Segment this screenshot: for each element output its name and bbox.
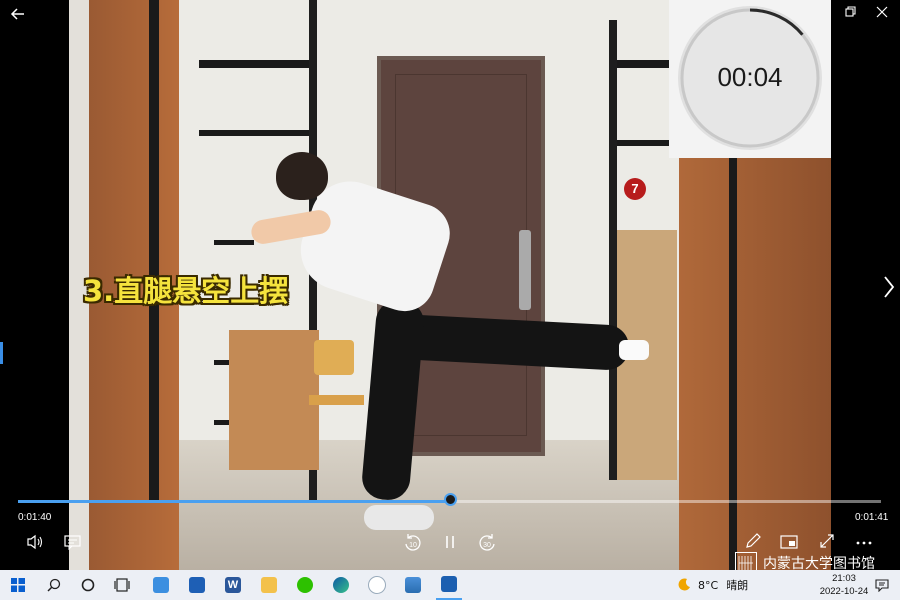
close-icon[interactable] xyxy=(868,0,896,24)
pause-icon[interactable] xyxy=(442,534,458,550)
seek-bar[interactable] xyxy=(18,493,881,506)
restore-icon[interactable] xyxy=(836,0,864,24)
forward-icon[interactable]: 30 xyxy=(476,532,498,552)
back-arrow-icon[interactable] xyxy=(8,4,28,24)
start-icon[interactable] xyxy=(6,570,30,600)
folder-icon[interactable] xyxy=(256,570,282,600)
svg-text:10: 10 xyxy=(409,542,417,549)
fullscreen-icon[interactable] xyxy=(818,532,836,550)
search-icon[interactable] xyxy=(42,570,66,600)
timer-display: 00:04 xyxy=(717,62,783,92)
clock[interactable]: 21:03 2022-10-24 xyxy=(818,572,870,598)
miniplayer-icon[interactable] xyxy=(780,534,798,550)
seek-bar-thumb[interactable] xyxy=(444,493,457,506)
volume-icon[interactable] xyxy=(26,534,44,550)
word-icon[interactable]: W xyxy=(220,570,246,600)
more-icon[interactable] xyxy=(855,540,873,546)
media-player-icon[interactable] xyxy=(436,570,462,600)
clock-date: 2022-10-24 xyxy=(819,586,869,597)
photos-icon[interactable] xyxy=(364,570,390,600)
current-time: 0:01:40 xyxy=(18,512,52,523)
countdown-timer: 00:04 xyxy=(669,0,831,158)
weather-widget[interactable]: 8°C 晴朗 xyxy=(676,570,748,600)
svg-text:30: 30 xyxy=(483,542,491,549)
total-time: 0:01:41 xyxy=(855,512,889,523)
chevron-right-icon[interactable] xyxy=(880,272,898,302)
taskbar: W 8°C 晴朗 21:03 2022-10-24 xyxy=(0,570,900,600)
room-number-badge: 7 xyxy=(624,178,646,200)
cortana-icon[interactable] xyxy=(76,570,100,600)
video-caption: 3.直腿悬空上摆 xyxy=(83,274,289,308)
weather-text: 晴朗 xyxy=(726,579,749,592)
seek-bar-progress xyxy=(18,500,450,503)
subtitles-icon[interactable] xyxy=(64,534,82,550)
moon-icon xyxy=(678,578,690,591)
pen-icon[interactable] xyxy=(744,532,762,550)
notification-icon[interactable] xyxy=(872,570,892,600)
temperature: 8°C xyxy=(698,578,719,592)
file-explorer-icon[interactable] xyxy=(148,570,174,600)
wechat-icon[interactable] xyxy=(292,570,318,600)
left-edge-marker xyxy=(0,342,3,364)
rewind-icon[interactable]: 10 xyxy=(402,532,424,552)
edge-icon[interactable] xyxy=(328,570,354,600)
clock-time: 21:03 xyxy=(832,573,856,584)
image-viewer-icon[interactable] xyxy=(400,570,426,600)
store-icon[interactable] xyxy=(184,570,210,600)
task-view-icon[interactable] xyxy=(110,570,134,600)
